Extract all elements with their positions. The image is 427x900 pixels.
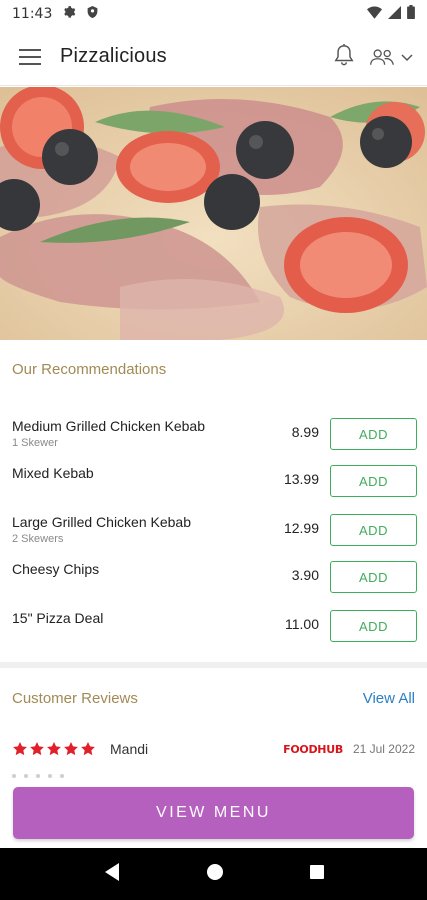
add-button[interactable]: ADD — [330, 610, 417, 642]
next-review-stars-partial — [12, 774, 64, 778]
wifi-icon — [367, 6, 382, 23]
view-all-link[interactable]: View All — [363, 690, 415, 707]
star-icon — [47, 742, 61, 756]
item-price: 8.99 — [291, 424, 319, 440]
star-icon — [13, 742, 27, 756]
reviews-title: Customer Reviews — [12, 690, 138, 707]
item-subtitle: 2 Skewers — [12, 533, 64, 545]
list-item: Large Grilled Chicken Kebab 2 Skewers 12… — [0, 514, 427, 554]
item-subtitle: 1 Skewer — [12, 437, 58, 449]
hamburger-menu-icon[interactable] — [0, 28, 60, 86]
add-button[interactable]: ADD — [330, 561, 417, 593]
item-name: Large Grilled Chicken Kebab — [12, 514, 191, 530]
item-price: 13.99 — [283, 471, 319, 487]
shield-icon — [86, 5, 99, 23]
app-bar: Pizzalicious — [0, 28, 427, 86]
add-button[interactable]: ADD — [330, 465, 417, 497]
item-price: 12.99 — [283, 520, 319, 536]
review-date: 21 Jul 2022 — [352, 742, 415, 756]
add-button[interactable]: ADD — [330, 418, 417, 450]
back-icon[interactable] — [103, 862, 121, 886]
app-title: Pizzalicious — [60, 45, 167, 67]
recommendations-section: Our Recommendations Medium Grilled Chick… — [0, 340, 427, 662]
item-price: 3.90 — [291, 567, 319, 583]
list-item: 15" Pizza Deal 11.00 ADD — [0, 610, 427, 650]
group-users-icon[interactable] — [369, 47, 413, 67]
item-name: Cheesy Chips — [12, 561, 100, 577]
item-price: 11.00 — [285, 616, 319, 632]
add-button[interactable]: ADD — [330, 514, 417, 546]
review-source-logo: FOODHUB — [283, 742, 343, 756]
status-bar: 11:43 — [0, 0, 427, 28]
list-item: Cheesy Chips 3.90 ADD — [0, 561, 427, 601]
star-icon — [81, 742, 95, 756]
settings-icon — [62, 5, 76, 23]
view-menu-button[interactable]: VIEW MENU — [13, 787, 414, 839]
recommendations-title: Our Recommendations — [12, 361, 167, 378]
item-name: Medium Grilled Chicken Kebab — [12, 418, 205, 434]
system-nav-bar — [0, 848, 427, 900]
battery-icon — [407, 5, 415, 23]
list-item: Mixed Kebab 13.99 ADD — [0, 465, 427, 505]
hero-pizza-image — [0, 87, 427, 340]
star-rating — [12, 741, 96, 757]
reviewer-name: Mandi — [110, 741, 149, 757]
item-name: 15" Pizza Deal — [12, 610, 104, 626]
status-time: 11:43 — [12, 6, 53, 22]
list-item: Medium Grilled Chicken Kebab 1 Skewer 8.… — [0, 418, 427, 458]
home-icon[interactable] — [206, 863, 224, 885]
bell-icon[interactable] — [333, 43, 355, 71]
star-icon — [64, 742, 78, 756]
signal-icon — [388, 5, 401, 23]
chevron-down-icon[interactable] — [401, 47, 413, 66]
recents-icon[interactable] — [309, 864, 325, 884]
star-icon — [30, 742, 44, 756]
item-name: Mixed Kebab — [12, 465, 94, 481]
review-item: Mandi FOODHUB 21 Jul 2022 — [12, 738, 415, 760]
